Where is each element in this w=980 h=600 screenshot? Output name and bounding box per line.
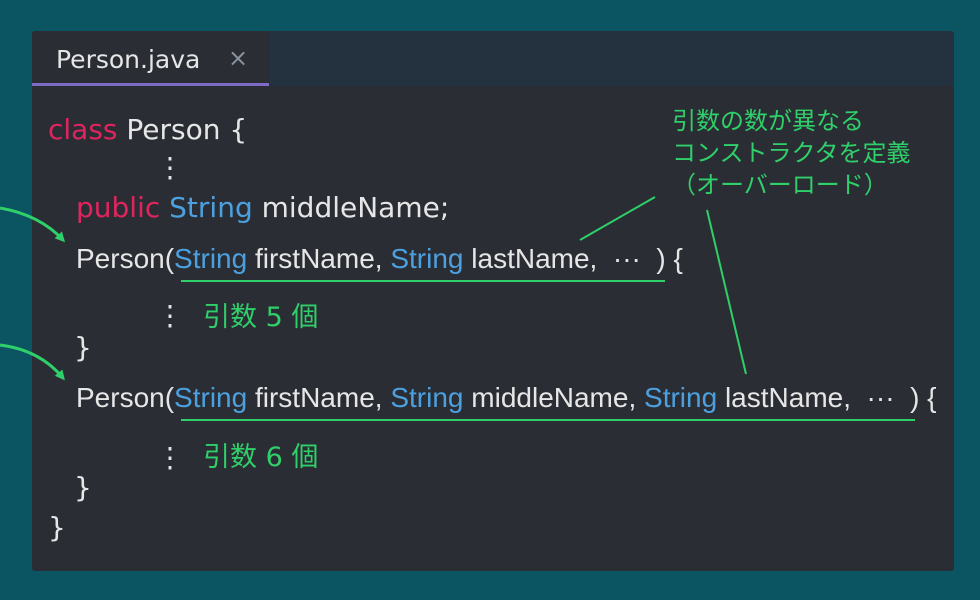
param-first-name: firstName, [247,382,391,413]
type-string: String [390,382,464,413]
ellipsis-vertical-2: ⋮ [156,299,184,332]
code-editor: Person.java × class Person { ⋮ public St… [32,31,954,571]
param-middle-name: middleName, [463,382,645,413]
constructor-name: Person( [76,243,175,274]
param-last-name: lastName, ··· ) { [463,243,683,274]
param-last-name: lastName, ··· ) { [717,382,937,413]
annotation-overload-note: 引数の数が異なるコンストラクタを定義 （オーバーロード） [672,105,911,201]
code-line-class: class Person { [48,113,247,147]
close-brace-class: } [48,511,66,544]
code-area[interactable]: class Person { ⋮ public String middleNam… [32,31,954,571]
code-line-constructor-5-args: Person(String firstName, String lastName… [76,242,683,276]
type-string: String [169,191,253,224]
class-name: Person { [117,113,248,146]
note-line-2: コンストラクタを定義 [672,139,911,167]
type-string: String [174,243,248,274]
type-string: String [644,382,718,413]
keyword-public: public [76,191,161,224]
code-line-field: public String middleName; [76,191,449,225]
close-brace-2: } [74,471,92,504]
annotation-args-6: 引数 6 個 [203,442,319,473]
constructor-name: Person( [76,382,175,413]
type-string: String [390,243,464,274]
note-line-3: （オーバーロード） [672,171,888,199]
annotation-args-5: 引数 5 個 [203,302,319,333]
keyword-class: class [48,113,118,146]
param-first-name: firstName, [247,243,391,274]
type-string: String [174,382,248,413]
note-line-1: 引数の数が異なる [672,107,864,135]
field-name: middleName; [252,191,450,224]
code-line-constructor-6-args: Person(String firstName, String middleNa… [76,381,937,415]
ellipsis-vertical-1: ⋮ [156,151,184,184]
close-brace-1: } [74,331,92,364]
ellipsis-vertical-3: ⋮ [156,441,184,474]
